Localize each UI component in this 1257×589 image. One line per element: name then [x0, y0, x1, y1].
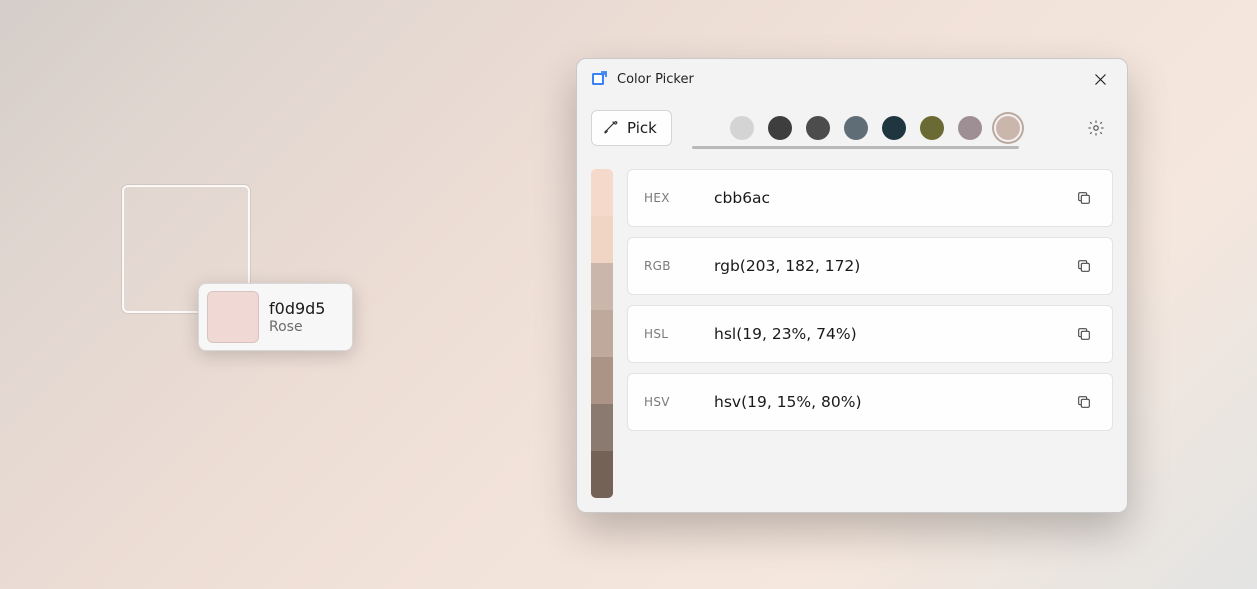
copy-button[interactable] — [1068, 386, 1100, 418]
format-row: HEXcbb6ac — [627, 169, 1113, 227]
format-label: HEX — [644, 191, 714, 205]
history-scrollbar[interactable] — [692, 146, 1019, 149]
shade-strip — [591, 169, 613, 498]
format-rows: HEXcbb6ac RGBrgb(203, 182, 172) HSLhsl(19,… — [627, 169, 1113, 498]
history-swatch[interactable] — [882, 116, 906, 140]
pick-button[interactable]: Pick — [591, 110, 672, 146]
color-picker-window: Color Picker Pick — [576, 58, 1128, 513]
app-icon — [591, 71, 607, 87]
pick-button-label: Pick — [627, 119, 657, 137]
copy-button[interactable] — [1068, 182, 1100, 214]
window-title: Color Picker — [617, 72, 1077, 87]
shade-swatch[interactable] — [591, 404, 613, 451]
format-value: rgb(203, 182, 172) — [714, 257, 1068, 275]
format-value: hsl(19, 23%, 74%) — [714, 325, 1068, 343]
history-swatch[interactable] — [996, 116, 1020, 140]
eyedropper-swatch-chip — [207, 291, 259, 343]
format-value: hsv(19, 15%, 80%) — [714, 393, 1068, 411]
format-row: HSLhsl(19, 23%, 74%) — [627, 305, 1113, 363]
history-swatch[interactable] — [806, 116, 830, 140]
format-label: HSV — [644, 395, 714, 409]
history-swatch[interactable] — [920, 116, 944, 140]
close-button[interactable] — [1077, 63, 1123, 95]
format-label: HSL — [644, 327, 714, 341]
format-label: RGB — [644, 259, 714, 273]
eyedropper-hex: f0d9d5 — [269, 299, 325, 318]
settings-button[interactable] — [1079, 111, 1113, 145]
titlebar: Color Picker — [577, 59, 1127, 99]
shade-swatch[interactable] — [591, 216, 613, 263]
format-row: RGBrgb(203, 182, 172) — [627, 237, 1113, 295]
eyedropper-color-name: Rose — [269, 319, 325, 335]
history-swatch[interactable] — [958, 116, 982, 140]
shade-swatch[interactable] — [591, 310, 613, 357]
format-value: cbb6ac — [714, 189, 1068, 207]
shade-swatch[interactable] — [591, 451, 613, 498]
history-swatch[interactable] — [844, 116, 868, 140]
eyedropper-icon — [602, 118, 619, 139]
eyedropper-tooltip: f0d9d5 Rose — [198, 283, 353, 351]
shade-swatch[interactable] — [591, 169, 613, 216]
format-row: HSVhsv(19, 15%, 80%) — [627, 373, 1113, 431]
history-swatch[interactable] — [768, 116, 792, 140]
color-history — [684, 116, 1067, 140]
shade-swatch[interactable] — [591, 357, 613, 404]
shade-swatch[interactable] — [591, 263, 613, 310]
copy-button[interactable] — [1068, 318, 1100, 350]
copy-button[interactable] — [1068, 250, 1100, 282]
toolbar: Pick — [577, 99, 1127, 157]
history-swatch[interactable] — [730, 116, 754, 140]
